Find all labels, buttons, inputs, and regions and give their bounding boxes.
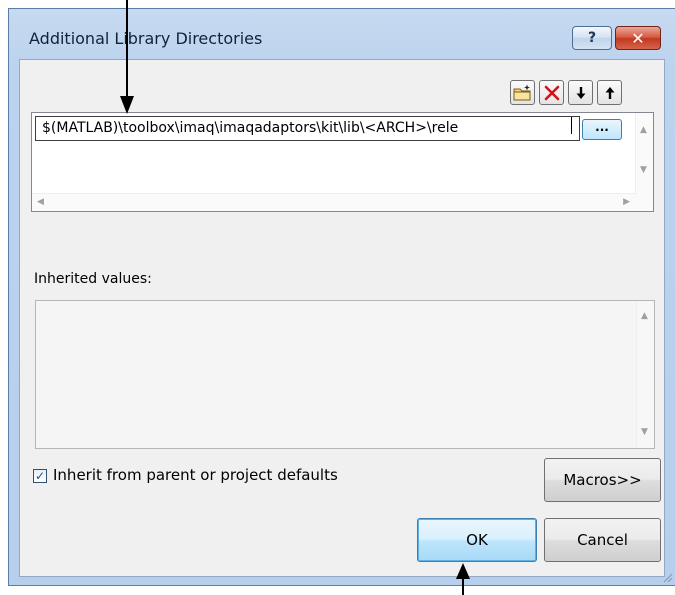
new-folder-icon — [513, 84, 531, 101]
macros-button[interactable]: Macros>> — [544, 458, 661, 502]
directory-list[interactable]: $(MATLAB)\toolbox\imaq\imaqadaptors\kit\… — [31, 112, 654, 212]
help-icon: ? — [587, 30, 597, 46]
window-title: Additional Library Directories — [29, 29, 263, 48]
dialog-window: Additional Library Directories ? ✕ $(MAT… — [8, 8, 675, 586]
scroll-up-icon[interactable]: ▲ — [640, 125, 647, 135]
move-down-button[interactable] — [568, 80, 593, 105]
inherit-checkbox-label[interactable]: Inherit from parent or project defaults — [53, 466, 338, 484]
new-line-button[interactable] — [510, 80, 535, 105]
scroll-right-icon[interactable]: ▶ — [623, 197, 630, 207]
directory-horizontal-scrollbar[interactable]: ◀ ▶ — [32, 193, 636, 211]
directory-vertical-scrollbar[interactable]: ▲ ▼ — [635, 113, 653, 211]
delete-line-button[interactable] — [539, 80, 564, 105]
dialog-client-area: $(MATLAB)\toolbox\imaq\imaqadaptors\kit\… — [19, 59, 665, 577]
macros-button-label: Macros>> — [563, 471, 642, 489]
checkmark-icon: ✓ — [34, 469, 46, 483]
callout-arrow-down-icon — [120, 96, 134, 114]
move-down-icon — [576, 86, 585, 99]
inherited-vertical-scrollbar[interactable]: ▲ ▼ — [636, 301, 654, 448]
move-up-icon — [605, 86, 614, 99]
ok-button-label: OK — [466, 531, 488, 549]
scroll-up-icon[interactable]: ▲ — [641, 311, 648, 321]
inherited-values-list[interactable]: ▲ ▼ — [35, 300, 655, 449]
scroll-down-icon[interactable]: ▼ — [641, 427, 648, 437]
scroll-down-icon[interactable]: ▼ — [640, 165, 647, 175]
text-caret — [571, 117, 572, 134]
resize-grip-icon[interactable] — [661, 571, 673, 583]
callout-arrow-up-icon — [456, 563, 470, 579]
callout-arrow-line-bottom — [462, 578, 464, 595]
inherited-values-label: Inherited values: — [34, 271, 152, 287]
close-icon: ✕ — [631, 28, 645, 48]
scroll-left-icon[interactable]: ◀ — [37, 197, 44, 207]
cancel-button-label: Cancel — [577, 531, 628, 549]
callout-arrow-line-top — [126, 0, 128, 100]
inherit-checkbox[interactable]: ✓ — [33, 469, 47, 483]
delete-icon — [544, 85, 559, 100]
browse-button[interactable]: ... — [582, 119, 622, 140]
close-button[interactable]: ✕ — [615, 26, 661, 50]
ok-button[interactable]: OK — [417, 518, 537, 562]
title-bar[interactable]: Additional Library Directories ? ✕ — [9, 9, 675, 65]
directory-edit-input[interactable]: $(MATLAB)\toolbox\imaq\imaqadaptors\kit\… — [35, 116, 580, 141]
cancel-button[interactable]: Cancel — [544, 518, 661, 562]
help-button[interactable]: ? — [572, 26, 612, 50]
move-up-button[interactable] — [597, 80, 622, 105]
